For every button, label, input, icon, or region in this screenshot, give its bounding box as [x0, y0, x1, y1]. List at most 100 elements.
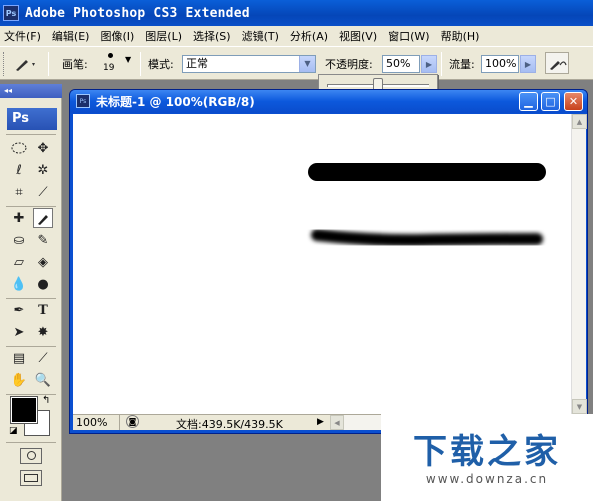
tool-options-bar: 画笔: 19 ▼ 模式: 正常 ▼ 不透明度: 50% ▶ 流量: 100% ▶ [0, 46, 593, 80]
opacity-input[interactable]: 50% [382, 55, 420, 73]
paint-bucket-tool-icon[interactable]: ◈ [33, 252, 53, 272]
app-title-bar: Ps Adobe Photoshop CS3 Extended [0, 0, 593, 26]
palette-separator [6, 134, 56, 135]
path-selection-tool-icon[interactable]: ➤ [9, 322, 29, 342]
palette-separator [6, 346, 56, 347]
minimize-icon: ▁ [524, 95, 533, 108]
document-info: 文档:439.5K/439.5K [176, 418, 283, 431]
watermark-title: 下载之家 [413, 432, 561, 472]
photoshop-app-icon: Ps [3, 5, 19, 21]
menu-select[interactable]: 选择(S) [193, 28, 231, 44]
menu-layer[interactable]: 图层(L) [145, 28, 182, 44]
status-preview-icon[interactable]: ◙ [126, 415, 139, 428]
airbrush-button[interactable] [545, 52, 569, 74]
mode-value: 正常 [186, 57, 208, 70]
tool-preset-picker[interactable] [12, 55, 40, 73]
palette-collapse-icon[interactable]: ◂◂ [0, 84, 62, 98]
document-window: Ps 未标题-1 @ 100%(RGB/8) ▁ □ ✕ ▲ ▼ 100% ◙ … [69, 89, 588, 434]
magic-wand-tool-icon[interactable]: ✲ [33, 160, 53, 180]
scroll-down-icon[interactable]: ▼ [572, 399, 587, 414]
status-divider [119, 415, 120, 430]
default-colors-icon[interactable]: ◪ [9, 426, 18, 436]
menu-analysis[interactable]: 分析(A) [290, 28, 328, 44]
document-title-bar[interactable]: Ps 未标题-1 @ 100%(RGB/8) ▁ □ ✕ [70, 90, 587, 113]
chevron-down-icon[interactable]: ▼ [299, 56, 315, 72]
clone-stamp-tool-icon[interactable]: ⛀ [9, 230, 29, 250]
palette-separator [6, 298, 56, 299]
foreground-color-swatch[interactable] [10, 396, 38, 424]
crop-tool-icon[interactable]: ⌗ [9, 182, 29, 202]
lasso-tool-icon[interactable]: ℓ [9, 160, 29, 180]
opacity-value: 50% [386, 57, 411, 70]
notes-tool-icon[interactable]: ▤ [9, 348, 29, 368]
menu-view[interactable]: 视图(V) [339, 28, 377, 44]
history-brush-tool-icon[interactable]: ✎ [33, 230, 53, 250]
healing-brush-tool-icon[interactable]: ✚ [9, 208, 29, 228]
document-title: 未标题-1 @ 100%(RGB/8) [96, 95, 255, 109]
brush-icon [16, 60, 35, 71]
soft-brush-stroke [311, 229, 543, 247]
dodge-tool-icon[interactable]: ● [33, 274, 53, 294]
airbrush-icon [550, 61, 567, 70]
brush-size-picker[interactable]: 19 [99, 51, 127, 77]
maximize-icon: □ [545, 95, 556, 108]
swap-colors-icon[interactable]: ↰ [42, 395, 50, 406]
brush-dot-icon [108, 53, 113, 58]
eraser-tool-icon[interactable]: ▱ [9, 252, 29, 272]
scroll-left-icon[interactable]: ◀ [330, 415, 344, 430]
menu-bar: 文件(F) 编辑(E) 图像(I) 图层(L) 选择(S) 滤镜(T) 分析(A… [0, 26, 593, 46]
quick-mask-icon [27, 451, 36, 460]
options-grip[interactable] [3, 52, 6, 76]
options-separator [140, 52, 141, 76]
app-title: Adobe Photoshop CS3 Extended [25, 5, 250, 21]
opacity-label: 不透明度: [325, 58, 373, 71]
close-button[interactable]: ✕ [564, 92, 583, 111]
custom-shape-tool-icon[interactable]: ✸ [33, 322, 53, 342]
quick-mask-button[interactable] [20, 448, 42, 464]
screen-mode-button[interactable] [20, 470, 42, 486]
palette-separator [6, 442, 56, 443]
brush-dropdown-arrow-icon[interactable]: ▼ [125, 55, 131, 64]
opacity-slider-toggle-icon[interactable]: ▶ [421, 55, 437, 73]
mode-select[interactable]: 正常 ▼ [182, 55, 316, 73]
brush-size-value: 19 [103, 63, 115, 73]
type-tool-icon[interactable]: T [33, 300, 53, 320]
menu-window[interactable]: 窗口(W) [388, 28, 429, 44]
flow-input[interactable]: 100% [481, 55, 519, 73]
slice-tool-icon[interactable]: ⟋ [33, 182, 53, 202]
image-canvas[interactable] [73, 114, 571, 414]
screen-mode-icon [24, 474, 38, 482]
zoom-tool-icon[interactable]: 🔍 [33, 370, 53, 390]
tools-palette: ◂◂ Ps ✥ ℓ ✲ ⌗ ⟋ ✚ ⛀ ✎ ▱ ◈ 💧 ● ✒ T ➤ ✸ ▤ … [0, 84, 62, 501]
flow-value: 100% [485, 57, 517, 70]
menu-filter[interactable]: 滤镜(T) [242, 28, 279, 44]
minimize-button[interactable]: ▁ [519, 92, 538, 111]
vertical-scrollbar[interactable]: ▲ ▼ [571, 114, 587, 414]
options-separator [48, 52, 49, 76]
blur-tool-icon[interactable]: 💧 [9, 274, 29, 294]
zoom-level[interactable]: 100% [76, 416, 107, 429]
options-separator [441, 52, 442, 76]
mode-label: 模式: [148, 58, 174, 71]
site-watermark: 下载之家 www.downza.cn [381, 414, 593, 501]
hand-tool-icon[interactable]: ✋ [9, 370, 29, 390]
brush-label: 画笔: [62, 58, 88, 71]
move-tool-icon[interactable]: ✥ [33, 138, 53, 158]
palette-separator [6, 206, 56, 207]
brush-tool-icon[interactable] [33, 208, 53, 228]
photoshop-logo: Ps [7, 108, 57, 130]
marquee-tool-icon[interactable] [9, 138, 29, 158]
flow-slider-toggle-icon[interactable]: ▶ [520, 55, 536, 73]
menu-file[interactable]: 文件(F) [4, 28, 41, 44]
status-menu-arrow-icon[interactable]: ▶ [317, 417, 324, 427]
scroll-up-icon[interactable]: ▲ [572, 114, 587, 129]
eyedropper-tool-icon[interactable]: ⟋ [33, 348, 53, 368]
pen-tool-icon[interactable]: ✒ [9, 300, 29, 320]
menu-help[interactable]: 帮助(H) [441, 28, 480, 44]
canvas-strokes [308, 163, 546, 247]
maximize-button[interactable]: □ [541, 92, 560, 111]
menu-image[interactable]: 图像(I) [100, 28, 134, 44]
watermark-url: www.downza.cn [425, 472, 549, 486]
document-icon: Ps [76, 94, 90, 108]
menu-edit[interactable]: 编辑(E) [52, 28, 90, 44]
